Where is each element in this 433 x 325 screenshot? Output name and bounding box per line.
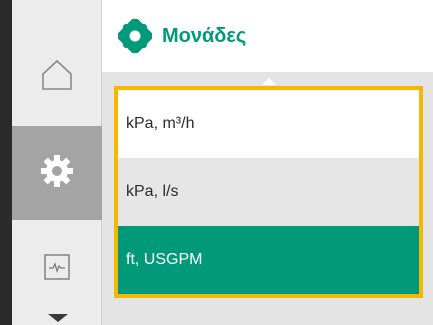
option-label: ft, USGPM — [126, 251, 203, 268]
sidebar-item-home[interactable] — [12, 42, 102, 112]
sidebar-item-monitor[interactable] — [12, 232, 102, 306]
list-item[interactable]: kPa, l/s — [118, 158, 419, 226]
option-label: kPa, m³/h — [126, 115, 195, 132]
content-area: kPa, m³/h kPa, l/s ft, USGPM — [102, 72, 433, 325]
list-item[interactable]: kPa, m³/h — [118, 90, 419, 158]
option-label: kPa, l/s — [126, 183, 179, 200]
sidebar — [12, 0, 102, 325]
sidebar-item-settings[interactable] — [12, 126, 102, 220]
gear-icon — [39, 153, 75, 194]
scroll-down-indicator — [48, 314, 68, 322]
scroll-up-indicator — [262, 78, 276, 85]
page-title: Μονάδες — [162, 24, 247, 47]
left-edge-rail — [0, 0, 12, 325]
header: Μονάδες — [102, 0, 433, 72]
units-list: kPa, m³/h kPa, l/s ft, USGPM — [114, 86, 423, 298]
home-icon — [40, 58, 74, 97]
gear-icon — [116, 17, 154, 55]
monitor-icon — [44, 253, 70, 285]
list-item-selected[interactable]: ft, USGPM — [118, 226, 419, 294]
